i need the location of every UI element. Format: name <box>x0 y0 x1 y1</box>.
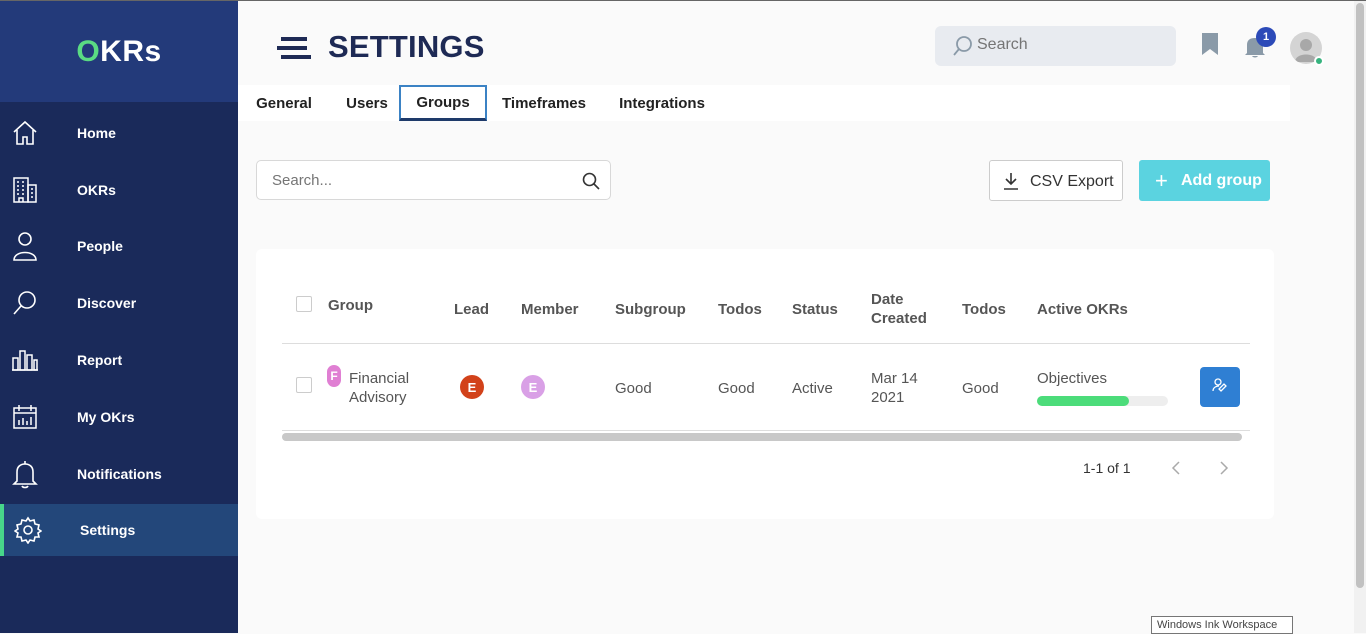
building-icon <box>11 176 39 204</box>
brand-logo-text: KRs <box>100 34 162 68</box>
chevron-left-icon[interactable] <box>1170 460 1182 481</box>
brand-logo[interactable]: OKRs <box>0 1 238 102</box>
tab-timeframes[interactable]: Timeframes <box>499 85 589 121</box>
home-icon <box>11 119 39 147</box>
menu-toggle-icon[interactable] <box>277 37 313 61</box>
sidebar-item-label: People <box>77 238 123 254</box>
sidebar-item-home[interactable]: Home <box>0 107 238 159</box>
notification-badge: 1 <box>1256 27 1276 47</box>
column-header-todos[interactable]: Todos <box>718 300 762 319</box>
bell-icon <box>11 460 39 489</box>
column-header-date-created[interactable]: Date Created <box>871 290 927 328</box>
app-window: OKRs Home OKRs People Discover Report My… <box>0 0 1366 634</box>
group-avatar: F <box>327 365 341 387</box>
download-icon <box>1003 172 1019 195</box>
column-header-date-line2: Created <box>871 310 927 327</box>
column-header-member[interactable]: Member <box>521 300 579 319</box>
todos-value: Good <box>718 380 755 397</box>
column-header-todos-2[interactable]: Todos <box>962 300 1006 319</box>
search-icon <box>11 289 39 317</box>
group-search[interactable] <box>256 160 611 200</box>
sidebar-item-report[interactable]: Report <box>0 334 238 386</box>
select-all-checkbox[interactable] <box>296 296 312 312</box>
edit-group-button[interactable] <box>1200 367 1240 407</box>
tab-integrations[interactable]: Integrations <box>616 85 708 121</box>
brand-logo-o: O <box>76 34 101 68</box>
date-line2: 2021 <box>871 389 905 406</box>
date-line1: Mar 14 <box>871 370 918 387</box>
group-search-input[interactable] <box>272 172 552 189</box>
group-name[interactable]: Financial Advisory <box>349 369 409 407</box>
date-created-value: Mar 14 2021 <box>871 369 918 407</box>
table-header-divider <box>282 343 1250 344</box>
column-header-active-okrs[interactable]: Active OKRs <box>1037 300 1128 319</box>
windows-ink-tooltip: Windows Ink Workspace <box>1151 616 1293 634</box>
chevron-right-icon[interactable] <box>1218 460 1230 481</box>
subgroup-value: Good <box>615 380 652 397</box>
sidebar-item-label: Settings <box>80 522 136 538</box>
sidebar-item-label: My OKrs <box>77 409 135 425</box>
sidebar-item-notifications[interactable]: Notifications <box>0 448 238 500</box>
add-group-button[interactable]: + Add group <box>1139 160 1270 201</box>
table-row-divider <box>282 430 1250 431</box>
member-avatar[interactable]: E <box>521 375 545 399</box>
column-header-date-line1: Date <box>871 291 904 308</box>
group-name-line2: Advisory <box>349 389 407 406</box>
person-icon <box>11 232 39 261</box>
tab-general[interactable]: General <box>253 85 315 121</box>
sidebar-item-label: OKRs <box>77 182 116 198</box>
gear-icon <box>14 516 42 544</box>
scrollbar-thumb[interactable] <box>1356 3 1364 588</box>
todos-value-2: Good <box>962 380 999 397</box>
bar-chart-icon <box>11 346 39 374</box>
global-search-input[interactable] <box>977 36 1157 54</box>
page-title: SETTINGS <box>328 29 485 64</box>
pagination-label: 1-1 of 1 <box>1083 460 1131 476</box>
sidebar-item-discover[interactable]: Discover <box>0 277 238 329</box>
okr-progress-fill <box>1037 396 1129 406</box>
sidebar-item-label: Report <box>77 352 123 368</box>
sidebar: OKRs Home OKRs People Discover Report My… <box>0 1 238 633</box>
edit-icon <box>1212 377 1228 398</box>
calendar-chart-icon <box>11 403 39 431</box>
sidebar-item-okrs[interactable]: OKRs <box>0 164 238 216</box>
okr-progress-bar <box>1037 396 1168 406</box>
page-vertical-scrollbar[interactable] <box>1354 1 1366 633</box>
tab-groups[interactable]: Groups <box>399 85 487 121</box>
sidebar-item-label: Home <box>77 125 116 141</box>
status-value: Active <box>792 380 833 397</box>
group-name-line1: Financial <box>349 370 410 387</box>
bookmark-icon[interactable] <box>1200 33 1220 60</box>
online-status-indicator <box>1314 56 1324 66</box>
global-search[interactable] <box>935 26 1176 66</box>
column-header-subgroup[interactable]: Subgroup <box>615 300 686 319</box>
plus-icon: + <box>1155 168 1168 193</box>
tab-users[interactable]: Users <box>341 85 393 121</box>
lead-avatar[interactable]: E <box>460 375 484 399</box>
csv-export-label: CSV Export <box>1030 173 1114 190</box>
csv-export-button[interactable]: CSV Export <box>989 160 1123 201</box>
sidebar-item-people[interactable]: People <box>0 220 238 272</box>
search-icon <box>582 172 600 195</box>
sidebar-item-my-okrs[interactable]: My OKrs <box>0 391 238 443</box>
settings-tabs: General Users Groups Timeframes Integrat… <box>238 85 1290 121</box>
column-header-group[interactable]: Group <box>328 296 373 315</box>
column-header-status[interactable]: Status <box>792 300 838 319</box>
okr-label: Objectives <box>1037 370 1108 387</box>
row-checkbox[interactable] <box>296 377 312 393</box>
column-header-lead[interactable]: Lead <box>454 300 489 319</box>
sidebar-item-label: Notifications <box>77 466 162 482</box>
add-group-label: Add group <box>1181 172 1262 189</box>
sidebar-item-settings[interactable]: Settings <box>0 504 238 556</box>
sidebar-item-label: Discover <box>77 295 137 311</box>
table-horizontal-scrollbar[interactable] <box>282 433 1242 441</box>
search-icon <box>952 35 974 62</box>
